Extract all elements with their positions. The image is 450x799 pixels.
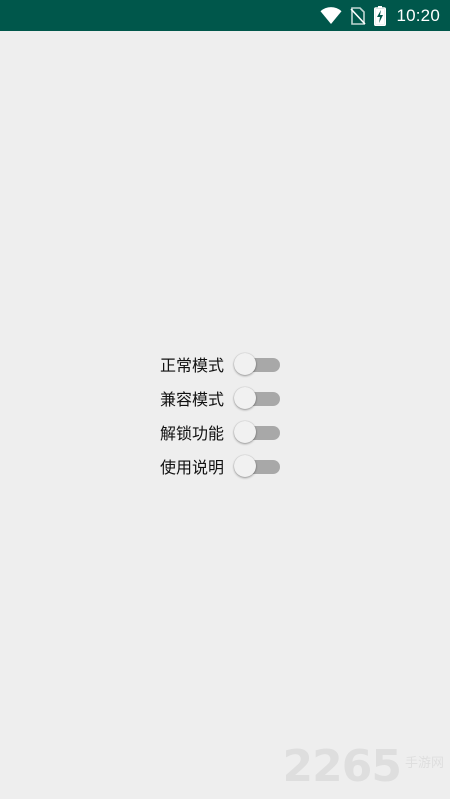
battery-charging-icon bbox=[374, 5, 387, 26]
toggle-label: 解锁功能 bbox=[160, 424, 225, 443]
status-icons: 10:20 bbox=[320, 0, 440, 31]
instructions-switch[interactable] bbox=[234, 454, 280, 478]
toggle-label: 正常模式 bbox=[160, 356, 225, 375]
switch-thumb bbox=[234, 387, 256, 409]
toggle-label: 使用说明 bbox=[160, 458, 225, 477]
status-bar: 10:20 bbox=[0, 0, 450, 31]
toggle-label: 兼容模式 bbox=[160, 390, 225, 409]
normal-mode-switch[interactable] bbox=[234, 352, 280, 376]
switch-thumb bbox=[234, 353, 256, 375]
watermark-number: 2265 bbox=[282, 741, 402, 792]
toggle-row-unlock-feature[interactable]: 解锁功能 bbox=[160, 415, 290, 449]
watermark-text: 手游网 bbox=[404, 756, 444, 771]
toggle-row-normal-mode[interactable]: 正常模式 bbox=[160, 347, 290, 381]
switch-thumb bbox=[234, 455, 256, 477]
switch-thumb bbox=[234, 421, 256, 443]
toggle-row-instructions[interactable]: 使用说明 bbox=[160, 449, 290, 483]
unlock-feature-switch[interactable] bbox=[234, 420, 280, 444]
watermark: 2265 手游网 bbox=[283, 745, 444, 789]
compat-mode-switch[interactable] bbox=[234, 386, 280, 410]
status-clock: 10:20 bbox=[396, 5, 440, 25]
toggle-list: 正常模式 兼容模式 解锁功能 使用说明 bbox=[160, 347, 290, 483]
wifi-icon bbox=[320, 6, 342, 25]
no-sim-icon bbox=[350, 6, 367, 25]
toggle-row-compat-mode[interactable]: 兼容模式 bbox=[160, 381, 290, 415]
